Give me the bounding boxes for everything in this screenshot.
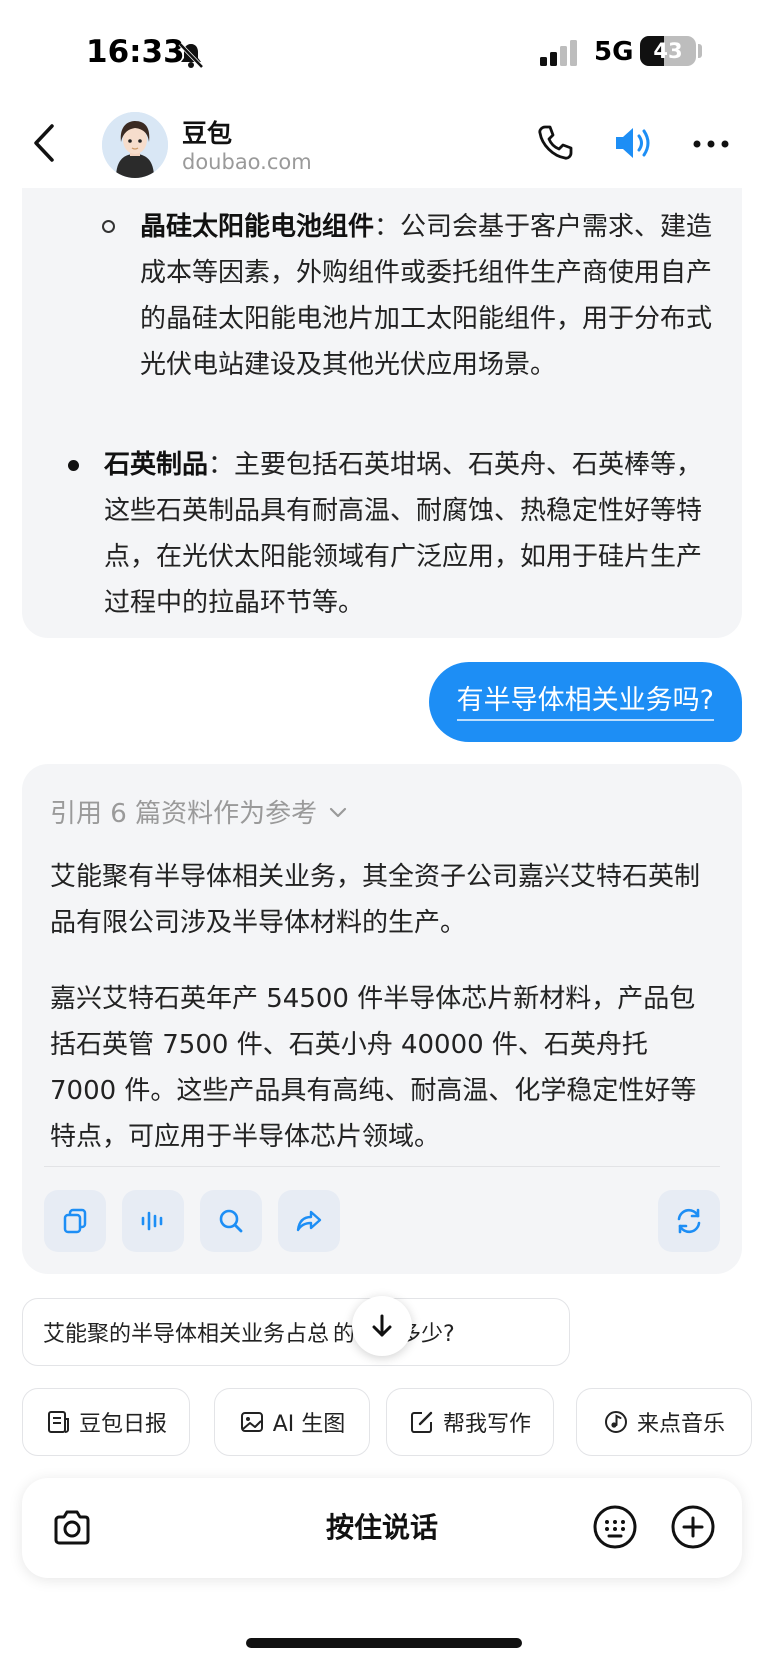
copy-icon <box>63 1208 87 1234</box>
image-icon <box>240 1412 263 1432</box>
bot-domain: doubao.com <box>182 150 312 174</box>
quick-action-label: 来点音乐 <box>636 1412 725 1437</box>
copy-button[interactable] <box>44 1190 106 1252</box>
daily-report-icon <box>47 1411 69 1433</box>
avatar[interactable] <box>102 112 168 178</box>
signal-icon <box>540 40 577 66</box>
camera-icon[interactable] <box>50 1506 94 1550</box>
quick-action-label: 帮我写作 <box>442 1412 531 1437</box>
keyboard-icon[interactable] <box>592 1504 638 1550</box>
more-icon[interactable] <box>690 126 732 162</box>
quick-action-music[interactable]: 来点音乐 <box>576 1388 752 1456</box>
back-button[interactable] <box>26 118 66 168</box>
sub-bullet <box>102 220 115 233</box>
share-icon <box>296 1210 322 1232</box>
share-button[interactable] <box>278 1190 340 1252</box>
list-item-title: 晶硅太阳能电池组件 <box>140 212 375 242</box>
bot-name: 豆包 <box>182 119 233 148</box>
status-time: 16:33 <box>86 34 185 70</box>
music-icon <box>604 1411 627 1433</box>
chat-header: 豆包 doubao.com <box>0 104 768 188</box>
user-message[interactable]: 有半导体相关业务吗? <box>428 662 742 742</box>
voice-wave-icon <box>141 1211 163 1231</box>
list-item-title: 石英制品 <box>104 450 209 480</box>
battery-tip <box>698 44 702 58</box>
network-type: 5G <box>594 37 634 67</box>
battery-indicator: 43 <box>640 36 696 66</box>
reference-toggle[interactable]: 引用 6 篇资料作为参考 <box>50 793 349 830</box>
quick-action-label: AI 生图 <box>272 1412 346 1437</box>
bell-muted-icon <box>178 42 204 69</box>
quick-action-daily-report[interactable]: 豆包日报 <box>22 1388 190 1456</box>
chevron-down-icon <box>329 807 347 817</box>
answer-paragraph: 艾能聚有半导体相关业务，其全资子公司嘉兴艾特石英制品有限公司涉及半导体材料的生产… <box>50 862 701 938</box>
regenerate-icon <box>677 1208 701 1234</box>
answer-paragraph: 嘉兴艾特石英年产 54500 件半导体芯片新材料，产品包括石英管 7500 件、… <box>50 984 697 1152</box>
divider <box>44 1166 720 1167</box>
suggested-question[interactable]: 艾能聚的半导体相关业务占总 的比例多少? <box>22 1298 570 1366</box>
quick-action-writing[interactable]: 帮我写作 <box>386 1388 554 1456</box>
user-message-text: 有半导体相关业务吗? <box>456 683 714 721</box>
bullet <box>68 460 79 471</box>
status-bar: 16:33 5G 43 <box>0 0 768 104</box>
avatar-image <box>102 112 168 178</box>
read-aloud-button[interactable] <box>122 1190 184 1252</box>
scroll-down-button[interactable] <box>352 1296 412 1356</box>
home-indicator[interactable] <box>246 1638 522 1648</box>
battery-percent: 43 <box>653 39 683 63</box>
edit-icon <box>410 1411 433 1433</box>
list-item: 石英制品：主要包括石英坩埚、石英舟、石英棒等，这些石英制品具有耐高温、耐腐蚀、热… <box>104 442 712 626</box>
quick-actions: 豆包日报 AI 生图 帮我写作 来点音乐 <box>0 1388 768 1456</box>
plus-icon[interactable] <box>670 1504 716 1550</box>
quick-action-ai-image[interactable]: AI 生图 <box>214 1388 370 1456</box>
search-button[interactable] <box>200 1190 262 1252</box>
list-item: 晶硅太阳能电池组件：公司会基于客户需求、建造成本等因素，外购组件或委托组件生产商… <box>140 204 720 388</box>
hold-to-talk-button[interactable]: 按住说话 <box>222 1478 542 1578</box>
reference-label: 引用 6 篇资料作为参考 <box>50 799 318 829</box>
arrow-down-icon <box>372 1314 392 1337</box>
search-icon <box>219 1209 243 1233</box>
input-bar: 按住说话 <box>22 1478 742 1578</box>
regenerate-button[interactable] <box>658 1190 720 1252</box>
speaker-icon[interactable] <box>610 120 656 166</box>
phone-icon[interactable] <box>534 122 576 164</box>
quick-action-label: 豆包日报 <box>78 1412 167 1437</box>
suggested-question-text-left: 艾能聚的半导体相关业务占总 <box>43 1322 330 1347</box>
